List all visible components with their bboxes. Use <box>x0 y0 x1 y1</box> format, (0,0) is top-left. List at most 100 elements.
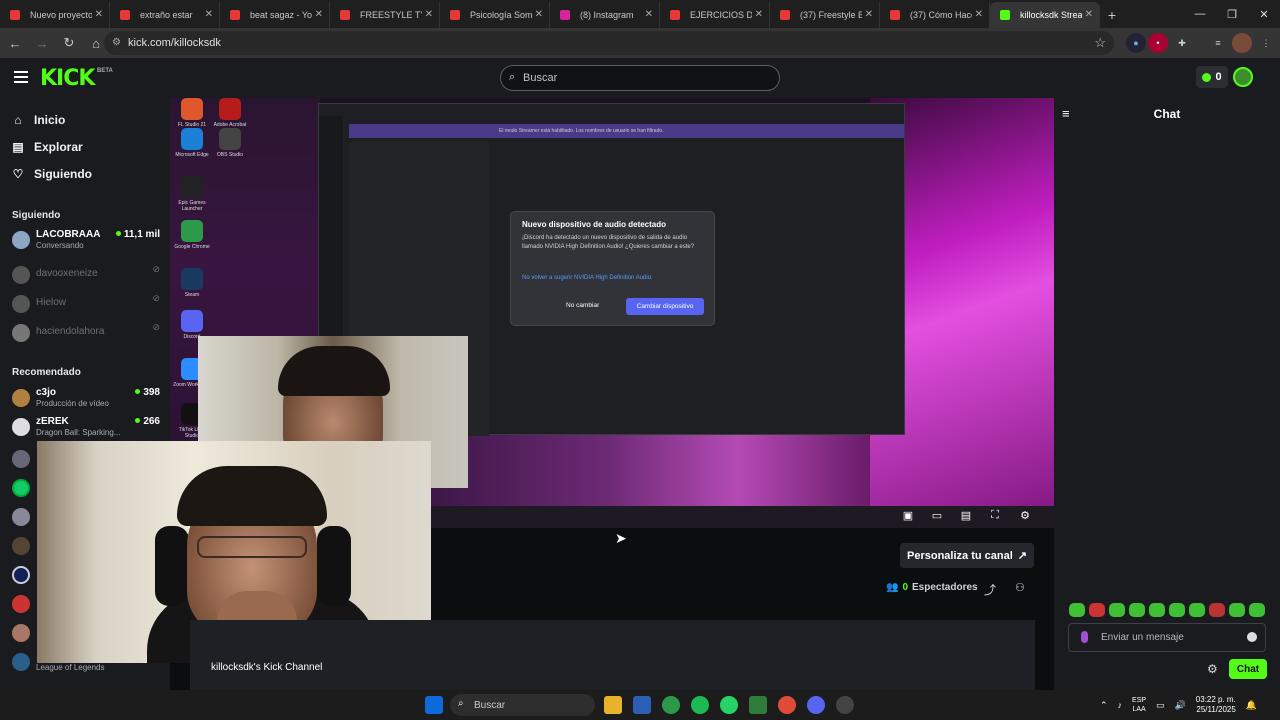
emote-icon[interactable] <box>1189 603 1205 617</box>
microphone-icon[interactable]: ♪ <box>1118 700 1123 710</box>
extension-badge-icon[interactable]: • <box>1148 33 1168 53</box>
bookmark-star-icon[interactable]: ☆ <box>1094 35 1106 51</box>
emote-icon[interactable] <box>1129 603 1145 617</box>
whatsapp-icon[interactable] <box>720 696 738 714</box>
send-chat-button[interactable]: Chat <box>1229 659 1267 679</box>
emote-icon[interactable] <box>1229 603 1245 617</box>
emote-icon[interactable] <box>1149 603 1165 617</box>
close-tab-icon[interactable]: ✕ <box>1085 9 1093 20</box>
browser-tab[interactable]: beat sagaz - YouT✕ <box>220 2 330 28</box>
clip-icon[interactable]: ▭ <box>930 508 944 522</box>
site-info-icon[interactable]: ⚙ <box>112 37 121 48</box>
chrome-icon[interactable] <box>778 696 796 714</box>
channel-avatar <box>12 537 30 555</box>
chevron-up-icon[interactable]: ⌃ <box>1100 700 1108 711</box>
browser-tab[interactable]: Psicología Sombr✕ <box>440 2 550 28</box>
address-bar[interactable]: ⚙ kick.com/killocksdk ☆ <box>104 31 1114 55</box>
mic-icon[interactable] <box>1081 631 1088 643</box>
streamer-glasses <box>197 536 307 558</box>
customize-channel-button[interactable]: Personaliza tu canal ↗ <box>900 543 1034 568</box>
kicks-balance[interactable]: 0 <box>1196 66 1228 88</box>
emote-icon[interactable] <box>1109 603 1125 617</box>
emoji-picker-icon[interactable] <box>1247 632 1257 642</box>
tab-favicon-icon <box>890 10 900 20</box>
chrome-icon[interactable] <box>662 696 680 714</box>
browser-tab[interactable]: (37) Cómo Hacer✕ <box>880 2 990 28</box>
close-tab-icon[interactable]: ✕ <box>315 9 323 20</box>
kick-logo[interactable]: KICK <box>40 66 95 91</box>
obs-icon[interactable] <box>836 696 854 714</box>
new-tab-button[interactable]: + <box>1100 2 1124 28</box>
following-channel[interactable]: davooxeneize ⊘ <box>12 264 160 290</box>
chat-message-input[interactable]: Enviar un mensaje <box>1068 623 1266 652</box>
clock[interactable]: 03:22 p. m. 25/11/2025 <box>1196 695 1236 715</box>
minimize-button[interactable]: — <box>1184 0 1216 28</box>
emote-icon[interactable] <box>1209 603 1225 617</box>
close-tab-icon[interactable]: ✕ <box>645 9 653 20</box>
browser-tab[interactable]: Nuevo proyecto ✕ <box>0 2 110 28</box>
close-tab-icon[interactable]: ✕ <box>975 9 983 20</box>
recommended-channel[interactable]: zEREK Dragon Ball: Sparking... 266 <box>12 416 160 442</box>
sidebar-item-explorar[interactable]: ▤ Explorar <box>12 140 82 154</box>
taskbar-search[interactable]: ⌕ Buscar <box>450 694 595 716</box>
browser-tab[interactable]: extraño estar ✕ <box>110 2 220 28</box>
following-channel[interactable]: LACOBRAAA Conversando 11,1 mil <box>12 229 160 255</box>
profile-avatar-icon[interactable] <box>1232 33 1252 53</box>
close-tab-icon[interactable]: ✕ <box>95 9 103 20</box>
tab-favicon-icon <box>340 10 350 20</box>
close-tab-icon[interactable]: ✕ <box>865 9 873 20</box>
reload-button[interactable]: ↻ <box>57 31 81 55</box>
forward-button[interactable]: → <box>30 31 54 55</box>
close-tab-icon[interactable]: ✕ <box>205 9 213 20</box>
close-window-button[interactable]: ✕ <box>1248 0 1280 28</box>
desktop-shortcut: FL Studio 21 <box>172 98 212 128</box>
browser-tab[interactable]: EJERCICIOS DE C✕ <box>660 2 770 28</box>
network-icon[interactable]: ▭ <box>1156 700 1165 711</box>
browser-tab[interactable]: (37) Freestyle Boo✕ <box>770 2 880 28</box>
browser-menu-icon[interactable]: ⋮ <box>1256 33 1276 53</box>
follow-user-icon[interactable]: ⚇ <box>1015 581 1025 594</box>
fullscreen-icon[interactable]: ⛶ <box>988 508 1002 522</box>
recommended-channel[interactable]: c3jo Producción de vídeo 398 <box>12 387 160 413</box>
language-indicator[interactable]: ESP LAA <box>1132 696 1146 714</box>
emote-icon[interactable] <box>1089 603 1105 617</box>
player-settings-icon[interactable]: ⚙ <box>1018 508 1032 522</box>
reading-list-icon[interactable]: ≡ <box>1208 33 1228 53</box>
browser-tab[interactable]: FREESTYLE TYPE E✕ <box>330 2 440 28</box>
theater-mode-icon[interactable]: ▤ <box>959 508 973 522</box>
beta-badge: BETA <box>97 68 113 74</box>
maximize-button[interactable]: ❐ <box>1216 0 1248 28</box>
file-explorer-icon[interactable] <box>604 696 622 714</box>
close-tab-icon[interactable]: ✕ <box>535 9 543 20</box>
following-channel[interactable]: haciendolahora ⊘ <box>12 322 160 348</box>
emote-icon[interactable] <box>1169 603 1185 617</box>
browser-tab[interactable]: killocksdk Stream✕ <box>990 2 1100 28</box>
channel-category: Conversando <box>36 241 84 250</box>
windows-start-icon[interactable] <box>425 696 443 714</box>
channel-avatar <box>12 324 30 342</box>
following-channel[interactable]: Hielow ⊘ <box>12 293 160 319</box>
sidebar-item-siguiendo[interactable]: ♡ Siguiendo <box>12 167 92 181</box>
extension-icon[interactable]: ● <box>1126 33 1146 53</box>
extensions-puzzle-icon[interactable]: ✚ <box>1172 33 1192 53</box>
discord-icon[interactable] <box>807 696 825 714</box>
chat-settings-icon[interactable]: ⚙ <box>1207 662 1218 676</box>
store-icon[interactable] <box>633 696 651 714</box>
browser-tab[interactable]: (8) Instagram ✕ <box>550 2 660 28</box>
channel-name: zEREK <box>36 416 69 427</box>
close-tab-icon[interactable]: ✕ <box>425 9 433 20</box>
notification-bell-icon[interactable]: 🔔 <box>1246 700 1257 711</box>
user-avatar[interactable] <box>1233 67 1253 87</box>
search-input[interactable]: ⌕ Buscar <box>500 65 780 91</box>
app-icon[interactable] <box>749 696 767 714</box>
menu-hamburger-icon[interactable] <box>14 71 28 83</box>
miniplayer-icon[interactable]: ▣ <box>901 508 915 522</box>
emote-icon[interactable] <box>1069 603 1085 617</box>
volume-icon[interactable]: 🔊 <box>1175 700 1186 711</box>
back-button[interactable]: ← <box>3 31 27 55</box>
sidebar-item-inicio[interactable]: ⌂ Inicio <box>12 113 65 127</box>
share-icon[interactable]: ⤴ <box>984 581 996 598</box>
emote-icon[interactable] <box>1249 603 1265 617</box>
spotify-icon[interactable] <box>691 696 709 714</box>
close-tab-icon[interactable]: ✕ <box>755 9 763 20</box>
